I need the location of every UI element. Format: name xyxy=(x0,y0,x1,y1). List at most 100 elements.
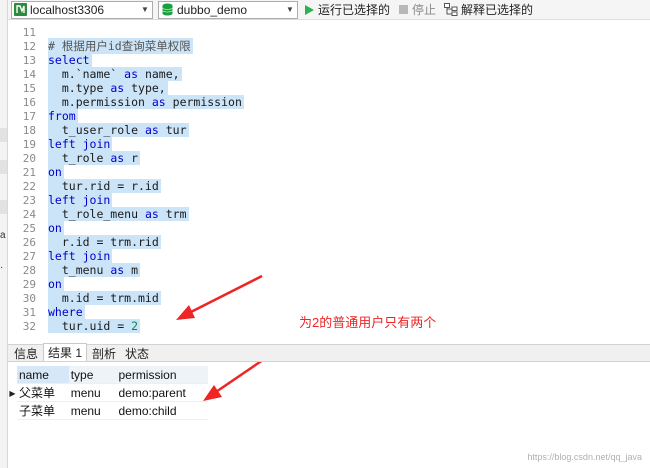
query-toolbar: localhost3306 ▼ dubbo_demo ▼ 运行已选择的 停止 解… xyxy=(8,0,650,20)
table-row[interactable]: 子菜单 menu demo:child xyxy=(8,402,208,420)
code-line[interactable]: 15 m.type as type, xyxy=(8,81,650,95)
sql-keyword: left join xyxy=(48,193,111,207)
run-selected-button[interactable]: 运行已选择的 xyxy=(303,1,390,18)
tab-status[interactable]: 状态 xyxy=(121,345,153,361)
sql-keyword: as xyxy=(110,263,125,277)
line-number: 31 xyxy=(22,305,36,319)
sql-comment: # 根据用户id查询菜单权限 xyxy=(48,39,191,53)
tab-profile[interactable]: 剖析 xyxy=(88,345,120,361)
sql-editor-window: a · localhost3306 ▼ dubbo_demo ▼ 运行已选择的 xyxy=(0,0,650,468)
left-panel-edge: a · xyxy=(0,0,8,468)
code-line[interactable]: 25 on xyxy=(8,221,650,235)
code-text: on xyxy=(48,221,64,235)
run-selected-label: 运行已选择的 xyxy=(318,3,391,17)
connection-select[interactable]: localhost3306 ▼ xyxy=(11,0,153,19)
line-number: 21 xyxy=(22,165,36,179)
sql-keyword: left join xyxy=(48,137,111,151)
code-line[interactable]: 24 t_role_menu as trm xyxy=(8,207,650,221)
tab-info[interactable]: 信息 xyxy=(10,345,42,361)
line-number: 22 xyxy=(22,179,36,193)
sql-number: 2 xyxy=(131,319,139,333)
sql-keyword: left join xyxy=(48,249,111,263)
explain-icon xyxy=(444,3,458,16)
sql-keyword: as xyxy=(144,123,159,137)
line-number: 24 xyxy=(22,207,36,221)
table-cell[interactable]: 子菜单 xyxy=(16,402,69,420)
table-row[interactable]: ▶ 父菜单 menu demo:parent xyxy=(8,384,208,402)
play-icon xyxy=(305,4,314,15)
code-line[interactable]: 19 left join xyxy=(8,137,650,151)
code-text: left join xyxy=(48,137,113,151)
stop-button[interactable]: 停止 xyxy=(398,1,436,18)
line-number: 30 xyxy=(22,291,36,305)
code-line[interactable]: 28 t_menu as m xyxy=(8,263,650,277)
chevron-down-icon[interactable]: ▼ xyxy=(283,2,297,18)
sql-text: m.permission xyxy=(48,95,152,109)
sql-keyword: select xyxy=(48,53,90,67)
code-line[interactable]: 20 t_role as r xyxy=(8,151,650,165)
sql-text: m.type xyxy=(48,81,111,95)
code-line[interactable]: 13 select xyxy=(8,53,650,67)
sql-keyword: as xyxy=(151,95,166,109)
sql-text: tur.uid = xyxy=(48,319,132,333)
explain-selected-button[interactable]: 解释已选择的 xyxy=(444,1,533,18)
sql-keyword: as xyxy=(124,67,139,81)
chevron-down-icon[interactable]: ▼ xyxy=(138,2,152,18)
code-line[interactable]: 14 m.`name` as name, xyxy=(8,67,650,81)
sql-text: m.id = trm.mid xyxy=(48,291,159,305)
table-cell[interactable]: menu xyxy=(68,402,117,420)
column-header-type[interactable]: type xyxy=(68,366,117,384)
database-select[interactable]: dubbo_demo ▼ xyxy=(158,0,298,19)
sql-text: r xyxy=(124,151,139,165)
panel-edge-mark xyxy=(0,200,7,214)
line-number: 25 xyxy=(22,221,36,235)
code-line[interactable]: 22 tur.rid = r.id xyxy=(8,179,650,193)
line-number: 27 xyxy=(22,249,36,263)
code-text: t_role_menu as trm xyxy=(48,207,189,221)
connection-icon xyxy=(14,3,27,16)
table-cell[interactable]: demo:parent xyxy=(116,384,208,402)
code-text: t_menu as m xyxy=(48,263,141,277)
table-cell[interactable]: demo:child xyxy=(116,402,208,420)
sql-editor[interactable]: 11 12 # 根据用户id查询菜单权限 13 select 14 m.`name` as… xyxy=(8,21,650,341)
column-header-name[interactable]: name xyxy=(16,366,69,384)
column-header-permission[interactable]: permission xyxy=(116,366,208,384)
code-line[interactable]: 11 xyxy=(8,25,650,39)
line-number: 11 xyxy=(22,25,36,39)
line-number: 15 xyxy=(22,81,36,95)
line-number: 23 xyxy=(22,193,36,207)
table-cell[interactable]: 父菜单 xyxy=(16,384,69,402)
table-cell[interactable]: menu xyxy=(68,384,117,402)
code-text: m.type as type, xyxy=(48,81,168,95)
code-line[interactable]: 18 t_user_role as tur xyxy=(8,123,650,137)
sql-text: t_menu xyxy=(48,263,111,277)
sql-keyword: on xyxy=(48,165,62,179)
line-number: 14 xyxy=(22,67,36,81)
code-line[interactable]: 26 r.id = trm.rid xyxy=(8,235,650,249)
database-value: dubbo_demo xyxy=(177,2,248,17)
line-number: 32 xyxy=(22,319,36,333)
row-indicator xyxy=(8,402,17,420)
sql-text: r.id = trm.rid xyxy=(48,235,159,249)
stop-label: 停止 xyxy=(412,3,437,17)
code-line[interactable]: 17 from xyxy=(8,109,650,123)
result-grid[interactable]: name type permission ▶ 父菜单 menu demo:par… xyxy=(8,366,208,420)
line-number: 26 xyxy=(22,235,36,249)
code-line[interactable]: 21 on xyxy=(8,165,650,179)
annotation-text: 为2的普通用户只有两个 xyxy=(299,315,437,330)
line-number: 19 xyxy=(22,137,36,151)
sql-keyword: as xyxy=(144,207,159,221)
code-line[interactable]: 29 on xyxy=(8,277,650,291)
code-line[interactable]: 30 m.id = trm.mid xyxy=(8,291,650,305)
line-number: 20 xyxy=(22,151,36,165)
code-line[interactable]: 23 left join xyxy=(8,193,650,207)
line-number: 16 xyxy=(22,95,36,109)
sql-keyword: from xyxy=(48,109,76,123)
code-line[interactable]: 16 m.permission as permission xyxy=(8,95,650,109)
code-text: from xyxy=(48,109,78,123)
tab-result-1[interactable]: 结果 1 xyxy=(43,343,88,361)
sql-text: permission xyxy=(165,95,242,109)
code-line[interactable]: 27 left join xyxy=(8,249,650,263)
code-text: t_role as r xyxy=(48,151,141,165)
code-line[interactable]: 12 # 根据用户id查询菜单权限 xyxy=(8,38,650,54)
